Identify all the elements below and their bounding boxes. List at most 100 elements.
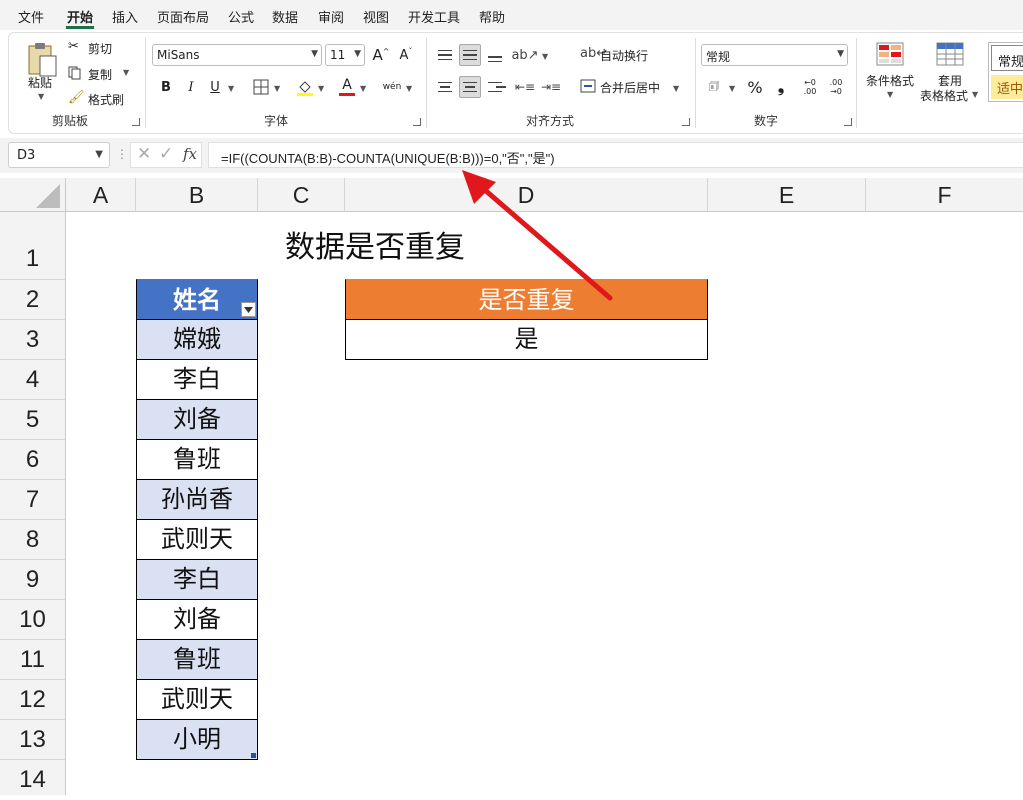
dialog-launcher-icon[interactable]	[844, 118, 852, 126]
table-row[interactable]: 嫦娥	[136, 320, 258, 360]
row-header-9[interactable]: 9	[0, 560, 66, 600]
tab-page-layout[interactable]: 页面布局	[157, 7, 209, 26]
row-header-8[interactable]: 8	[0, 520, 66, 560]
comma-style-button[interactable]: ❟	[770, 76, 792, 98]
format-as-table-button[interactable]	[936, 42, 966, 68]
bold-button[interactable]: B	[155, 76, 177, 98]
chevron-down-icon[interactable]: ▼	[729, 84, 735, 93]
row-header-10[interactable]: 10	[0, 600, 66, 640]
row-header-13[interactable]: 13	[0, 720, 66, 760]
number-format-dropdown[interactable]: 常规 ▼	[701, 44, 848, 66]
row-header-12[interactable]: 12	[0, 680, 66, 720]
accounting-format-button[interactable]: 🗊	[703, 76, 725, 98]
table-row[interactable]: 刘备	[136, 600, 258, 640]
row-header-14[interactable]: 14	[0, 760, 66, 795]
orientation-button[interactable]: ab↗	[511, 44, 538, 66]
row-header-4[interactable]: 4	[0, 360, 66, 400]
increase-font-size-button[interactable]: A ^	[370, 44, 392, 66]
row-header-5[interactable]: 5	[0, 400, 66, 440]
spreadsheet-grid[interactable]: A B C D E F 1 2 3 4 5 6 7 8 9 10 11 12 1…	[0, 170, 1023, 795]
align-center-button[interactable]	[459, 76, 481, 98]
more-options-icon[interactable]: ⋮	[116, 147, 128, 161]
align-top-button[interactable]	[434, 44, 456, 66]
chevron-down-icon[interactable]: ▼	[38, 92, 44, 101]
chevron-down-icon[interactable]: ▼	[972, 90, 978, 99]
table-row[interactable]: 孙尚香	[136, 480, 258, 520]
decrease-font-size-button[interactable]: Aˇ	[395, 44, 417, 66]
row-header-3[interactable]: 3	[0, 320, 66, 360]
row-header-1[interactable]: 1	[0, 212, 66, 280]
dialog-launcher-icon[interactable]	[682, 118, 690, 126]
cell-styles-gallery[interactable]: 常规 适中	[988, 42, 1023, 102]
tab-view[interactable]: 视图	[363, 7, 389, 26]
copy-button[interactable]: 复制 ▼	[68, 65, 138, 83]
chevron-down-icon[interactable]: ▼	[318, 84, 324, 93]
chevron-down-icon[interactable]: ▼	[274, 84, 280, 93]
fill-color-button[interactable]	[294, 76, 316, 98]
table-header-name[interactable]: 姓名	[136, 279, 258, 320]
align-right-button[interactable]	[484, 76, 506, 98]
conditional-formatting-button[interactable]	[876, 42, 906, 68]
percent-style-button[interactable]: %	[744, 76, 766, 98]
insert-function-icon[interactable]: fx	[183, 145, 197, 163]
align-middle-button[interactable]	[459, 44, 481, 66]
name-box[interactable]: D3 ▼	[8, 142, 110, 168]
filter-dropdown-icon[interactable]	[241, 302, 256, 317]
underline-button[interactable]: U	[204, 76, 226, 98]
cut-button[interactable]: ✂ 剪切	[68, 39, 128, 57]
chevron-down-icon[interactable]: ▼	[887, 90, 893, 99]
column-header-c[interactable]: C	[258, 178, 345, 212]
table-row[interactable]: 鲁班	[136, 640, 258, 680]
table-row[interactable]: 小明	[136, 720, 258, 760]
font-size-dropdown[interactable]: 11 ▼	[325, 44, 365, 66]
table-resize-handle[interactable]	[251, 753, 256, 758]
borders-button[interactable]	[250, 76, 272, 98]
table-row[interactable]: 武则天	[136, 520, 258, 560]
result-cell-d3[interactable]: 是	[345, 320, 708, 360]
table-row[interactable]: 武则天	[136, 680, 258, 720]
chevron-down-icon[interactable]: ▼	[123, 68, 129, 77]
tab-file[interactable]: 文件	[18, 7, 44, 26]
font-color-button[interactable]: A	[336, 76, 358, 98]
enter-check-icon[interactable]: ✓	[159, 144, 173, 164]
column-header-f[interactable]: F	[866, 178, 1023, 212]
wrap-text-button[interactable]: ab↵ 自动换行	[580, 46, 670, 64]
row-header-2[interactable]: 2	[0, 280, 66, 320]
tab-data[interactable]: 数据	[272, 7, 298, 26]
chevron-down-icon[interactable]: ▼	[406, 84, 412, 93]
phonetic-button[interactable]: wén	[380, 76, 404, 98]
tab-review[interactable]: 审阅	[318, 7, 344, 26]
column-header-a[interactable]: A	[66, 178, 136, 212]
formula-input[interactable]: =IF((COUNTA(B:B)-COUNTA(UNIQUE(B:B)))=0,…	[208, 142, 1023, 168]
format-painter-button[interactable]: 🖌 格式刷	[68, 90, 138, 108]
italic-button[interactable]: I	[180, 76, 202, 98]
tab-help[interactable]: 帮助	[479, 7, 505, 26]
tab-developer[interactable]: 开发工具	[408, 7, 460, 26]
column-header-e[interactable]: E	[708, 178, 866, 212]
chevron-down-icon[interactable]: ▼	[542, 52, 548, 61]
style-neutral[interactable]: 适中	[991, 75, 1023, 99]
align-bottom-button[interactable]	[484, 48, 506, 70]
chevron-down-icon[interactable]: ▼	[228, 84, 234, 93]
chevron-down-icon[interactable]: ▼	[360, 84, 366, 93]
increase-decimal-button[interactable]: ←0 .00	[798, 76, 822, 98]
table-row[interactable]: 鲁班	[136, 440, 258, 480]
tab-formulas[interactable]: 公式	[228, 7, 254, 26]
decrease-indent-button[interactable]: ⇤≡	[514, 76, 536, 98]
dialog-launcher-icon[interactable]	[132, 118, 140, 126]
table-row[interactable]: 刘备	[136, 400, 258, 440]
tab-insert[interactable]: 插入	[112, 7, 138, 26]
tab-home[interactable]: 开始	[67, 7, 93, 26]
align-left-button[interactable]	[434, 76, 456, 98]
row-header-7[interactable]: 7	[0, 480, 66, 520]
decrease-decimal-button[interactable]: .00 →0	[824, 76, 848, 98]
font-name-dropdown[interactable]: MiSans ▼	[152, 44, 322, 66]
dialog-launcher-icon[interactable]	[413, 118, 421, 126]
column-header-b[interactable]: B	[136, 178, 258, 212]
merge-center-button[interactable]: 合并后居中	[580, 78, 680, 96]
style-normal[interactable]: 常规	[991, 45, 1023, 71]
table-row[interactable]: 李白	[136, 560, 258, 600]
increase-indent-button[interactable]: ⇥≡	[540, 76, 562, 98]
table-row[interactable]: 李白	[136, 360, 258, 400]
cancel-icon[interactable]: ✕	[137, 144, 151, 164]
